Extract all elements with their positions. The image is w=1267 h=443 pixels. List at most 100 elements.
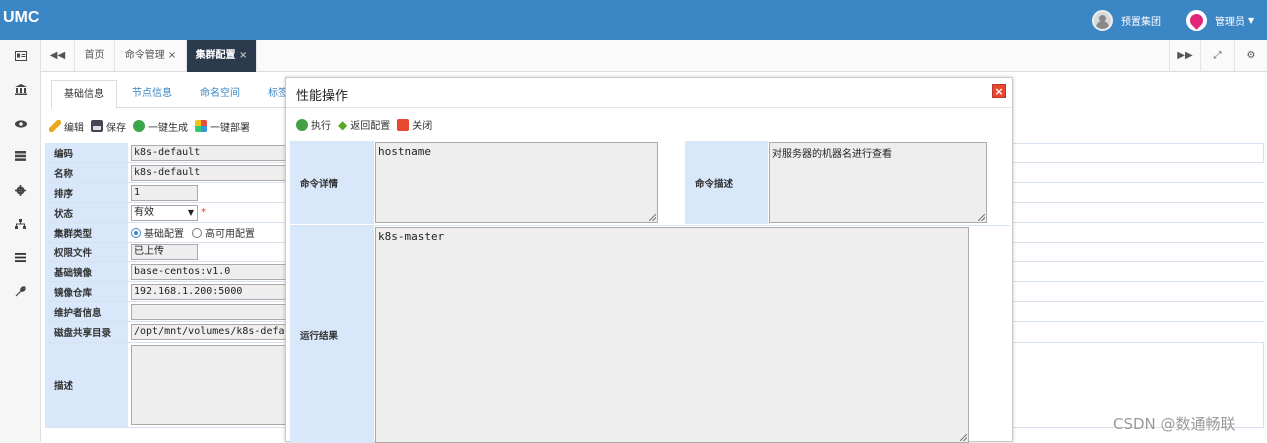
shared-dir-input[interactable]: /opt/mnt/volumes/k8s-default/ [131, 324, 290, 340]
back-label: 返回配置 [350, 121, 391, 132]
user-name: 管理员 [1215, 16, 1245, 28]
fullscreen-icon[interactable]: ⤢ [1201, 40, 1235, 72]
maintainer-input[interactable] [131, 303, 290, 320]
generate-label: 一键生成 [148, 122, 188, 134]
location-pin-icon [1186, 9, 1207, 31]
execute-button[interactable]: 执行 [296, 117, 331, 132]
field-label: 集群类型 [45, 223, 128, 242]
tab-scroll-left-icon[interactable]: ◀◀ [41, 40, 75, 72]
close-x-icon [397, 118, 410, 131]
form-row-status: 状态 有效 ▼ * [45, 203, 290, 223]
generate-button[interactable]: 一键生成 [133, 119, 188, 134]
form-row-name: 名称 k8s-default [45, 163, 290, 183]
field-label: 维护者信息 [45, 302, 128, 321]
tab-close-icon[interactable]: × [168, 50, 176, 61]
form-row-code: 编码 k8s-default [45, 143, 290, 163]
field-label: 描述 [45, 343, 128, 427]
form-toolbar: 编辑 保存 一键生成 一键部署 [49, 117, 257, 135]
check-circle-icon [296, 118, 308, 131]
form-row-permission-file: 权限文件 已上传 [45, 243, 290, 262]
radio-ha-label: 高可用配置 [205, 229, 255, 240]
blocks-icon [195, 120, 207, 132]
tab-cluster-label: 集群配置 [195, 50, 236, 61]
permission-file-input[interactable]: 已上传 [131, 244, 198, 260]
tab-command-label: 命令管理 [124, 50, 165, 61]
gear-icon[interactable] [0, 185, 41, 205]
radio-basic-checked[interactable] [131, 227, 141, 238]
code-input[interactable]: k8s-default [131, 144, 290, 161]
tab-cluster-config[interactable]: 集群配置 × [187, 40, 257, 72]
cmd-desc-textarea[interactable]: 对服务器的机器名进行查看 [769, 142, 987, 223]
back-arrow-icon: ◆ [338, 117, 348, 132]
result-value: k8s-master [378, 230, 445, 243]
wrench-icon[interactable] [0, 286, 41, 306]
description-textarea[interactable] [131, 345, 290, 425]
caret-down-icon: ▼ [1248, 15, 1255, 25]
radio-ha[interactable] [192, 227, 202, 238]
field-label: 排序 [45, 183, 128, 202]
up-arrow-circle-icon [133, 120, 145, 132]
dialog-header: 性能操作 × [286, 78, 1012, 108]
id-card-icon[interactable] [0, 51, 41, 71]
detail-subtabs: 基础信息 节点信息 命名空间 标签 [51, 80, 301, 109]
eye-icon[interactable] [0, 118, 41, 138]
form-row-maintainer: 维护者信息 [45, 302, 290, 322]
field-label: 基础镜像 [45, 262, 128, 281]
result-textarea[interactable]: k8s-master [375, 227, 969, 443]
order-input[interactable]: 1 [131, 184, 198, 201]
field-label: 权限文件 [45, 243, 128, 261]
save-label: 保存 [106, 122, 126, 134]
field-label: 编码 [45, 143, 128, 162]
edit-button[interactable]: 编辑 [49, 119, 84, 134]
close-label: 关闭 [412, 121, 433, 132]
org-avatar-icon [1092, 9, 1113, 31]
subtab-basic-info[interactable]: 基础信息 [51, 80, 117, 109]
field-label: 名称 [45, 163, 128, 182]
execute-label: 执行 [311, 121, 331, 132]
bank-icon[interactable] [0, 84, 41, 104]
chevron-down-icon: ▼ [187, 207, 194, 217]
performance-operation-dialog: 性能操作 × 执行 ◆ 返回配置 关闭 命令详情 hostname 命令描述 对服… [285, 77, 1013, 443]
floppy-icon [91, 120, 103, 132]
pencil-icon [49, 120, 61, 132]
status-select[interactable]: 有效 ▼ [131, 204, 198, 221]
tab-command-management[interactable]: 命令管理 × [115, 40, 187, 72]
name-input[interactable]: k8s-default [131, 164, 290, 181]
tab-close-icon[interactable]: × [239, 50, 247, 61]
tab-settings-icon[interactable]: ⚙ [1235, 40, 1267, 72]
cmd-detail-textarea[interactable]: hostname [375, 142, 658, 223]
resize-grip-icon[interactable] [978, 214, 985, 221]
org-name: 预置集团 [1121, 16, 1161, 28]
resize-grip-icon[interactable] [649, 214, 656, 221]
radio-basic-label: 基础配置 [144, 229, 184, 240]
base-image-input[interactable]: base-centos:v1.0 [131, 263, 290, 280]
registry-input[interactable]: 192.168.1.200:5000 [131, 283, 290, 300]
subtab-namespace[interactable]: 命名空间 [188, 80, 252, 109]
field-label: 镜像仓库 [45, 282, 128, 301]
cmd-detail-label: 命令详情 [290, 141, 374, 224]
tab-scroll-right-icon[interactable]: ▶▶ [1169, 40, 1201, 72]
top-header: UMC 预置集团 管理员 ▼ [0, 0, 1267, 40]
server-icon[interactable] [0, 151, 41, 171]
save-button[interactable]: 保存 [91, 119, 126, 134]
cmd-desc-value: 对服务器的机器名进行查看 [772, 149, 892, 160]
deploy-label: 一键部署 [210, 122, 250, 134]
form-row-order: 排序 1 [45, 183, 290, 203]
sitemap-icon[interactable] [0, 219, 41, 239]
dialog-close-icon[interactable]: × [992, 84, 1006, 98]
tab-home[interactable]: 首页 [75, 40, 115, 72]
edit-label: 编辑 [64, 122, 84, 134]
form-row-base-image: 基础镜像 base-centos:v1.0 [45, 262, 290, 282]
form-row-description: 描述 [45, 343, 290, 428]
back-to-config-button[interactable]: ◆ 返回配置 [338, 117, 391, 133]
org-switcher[interactable]: 预置集团 [1092, 8, 1161, 32]
close-button[interactable]: 关闭 [397, 117, 432, 132]
subtab-node-info[interactable]: 节点信息 [120, 80, 184, 109]
list-icon[interactable] [0, 252, 41, 272]
resize-grip-icon[interactable] [960, 434, 967, 441]
tab-bar: ◀◀ 首页 命令管理 × 集群配置 × ▶▶ ⤢ ⚙ [41, 40, 1267, 72]
user-menu[interactable]: 管理员 ▼ [1186, 8, 1254, 32]
watermark: CSDN @数通畅联 [1113, 415, 1236, 433]
deploy-button[interactable]: 一键部署 [195, 119, 250, 134]
required-marker: * [201, 207, 206, 218]
